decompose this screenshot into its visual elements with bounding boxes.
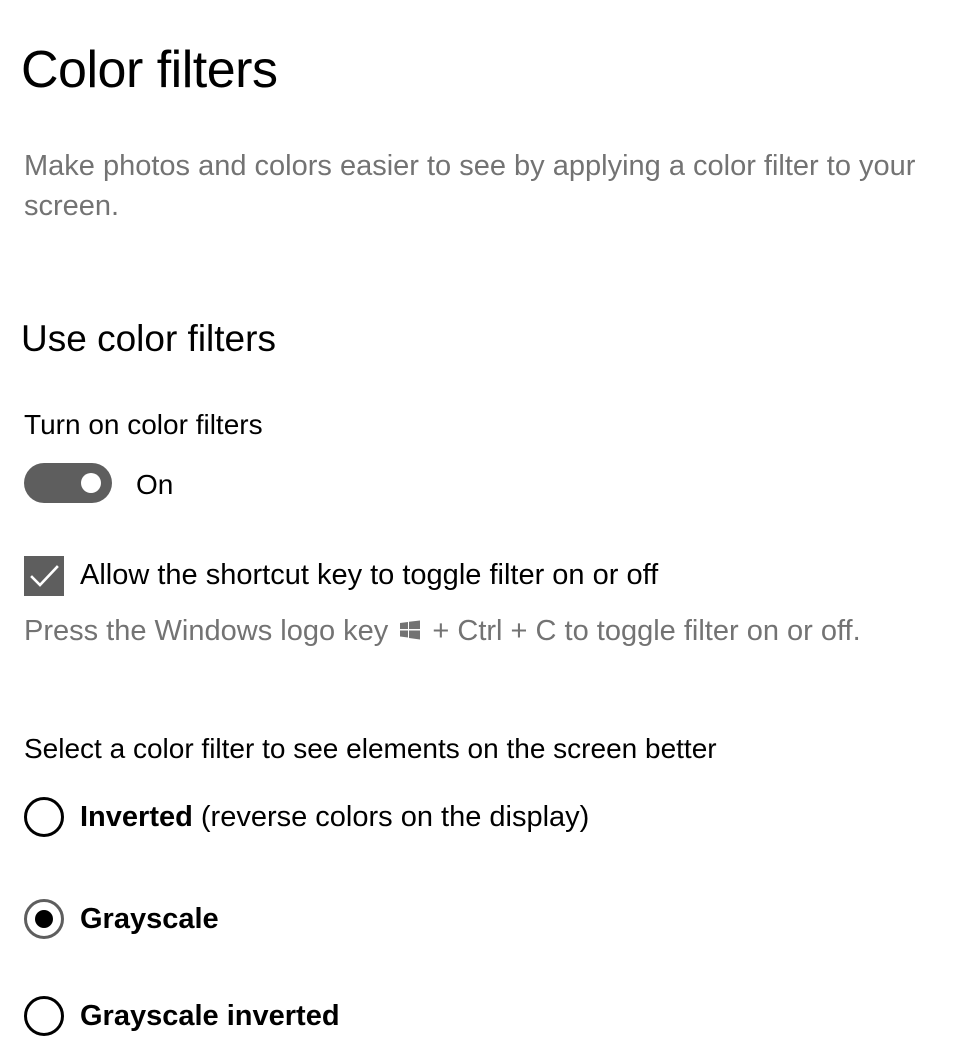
shortcut-hint-after: + Ctrl + C to toggle filter on or off. — [432, 615, 861, 647]
radio-option-name: Inverted — [80, 801, 193, 833]
toggle-knob — [81, 473, 101, 493]
radio-option-detail: (reverse colors on the display) — [200, 801, 590, 833]
checkmark-icon — [30, 565, 59, 587]
filter-select-prompt: Select a color filter to see elements on… — [24, 733, 717, 764]
radio-option-label: Grayscale — [80, 899, 219, 939]
radio-selected-dot — [35, 910, 53, 928]
radio-option-label: Grayscale inverted — [80, 996, 340, 1036]
page-title: Color filters — [21, 41, 278, 99]
radio-option-name: Grayscale inverted — [80, 1000, 340, 1032]
shortcut-hint-before: Press the Windows logo key — [24, 615, 389, 647]
color-filters-toggle[interactable] — [24, 463, 112, 503]
radio-button-grayscale-inverted[interactable] — [24, 996, 64, 1036]
shortcut-checkbox-label: Allow the shortcut key to toggle filter … — [80, 559, 659, 591]
radio-option-grayscale-inverted[interactable]: Grayscale inverted — [24, 996, 340, 1036]
page-description: Make photos and colors easier to see by … — [24, 150, 916, 222]
toggle-label: Turn on color filters — [24, 409, 263, 440]
windows-logo-icon — [400, 620, 421, 640]
radio-option-label: Inverted (reverse colors on the display) — [80, 797, 589, 837]
radio-option-inverted[interactable]: Inverted (reverse colors on the display) — [24, 797, 589, 837]
section-title: Use color filters — [21, 318, 276, 359]
shortcut-checkbox[interactable] — [24, 556, 64, 596]
radio-button-grayscale[interactable] — [24, 899, 64, 939]
toggle-state-text: On — [136, 469, 174, 500]
radio-option-grayscale[interactable]: Grayscale — [24, 899, 219, 939]
radio-option-name: Grayscale — [80, 903, 219, 935]
shortcut-hint: Press the Windows logo key + Ctrl + C to… — [24, 611, 861, 651]
radio-button-inverted[interactable] — [24, 797, 64, 837]
